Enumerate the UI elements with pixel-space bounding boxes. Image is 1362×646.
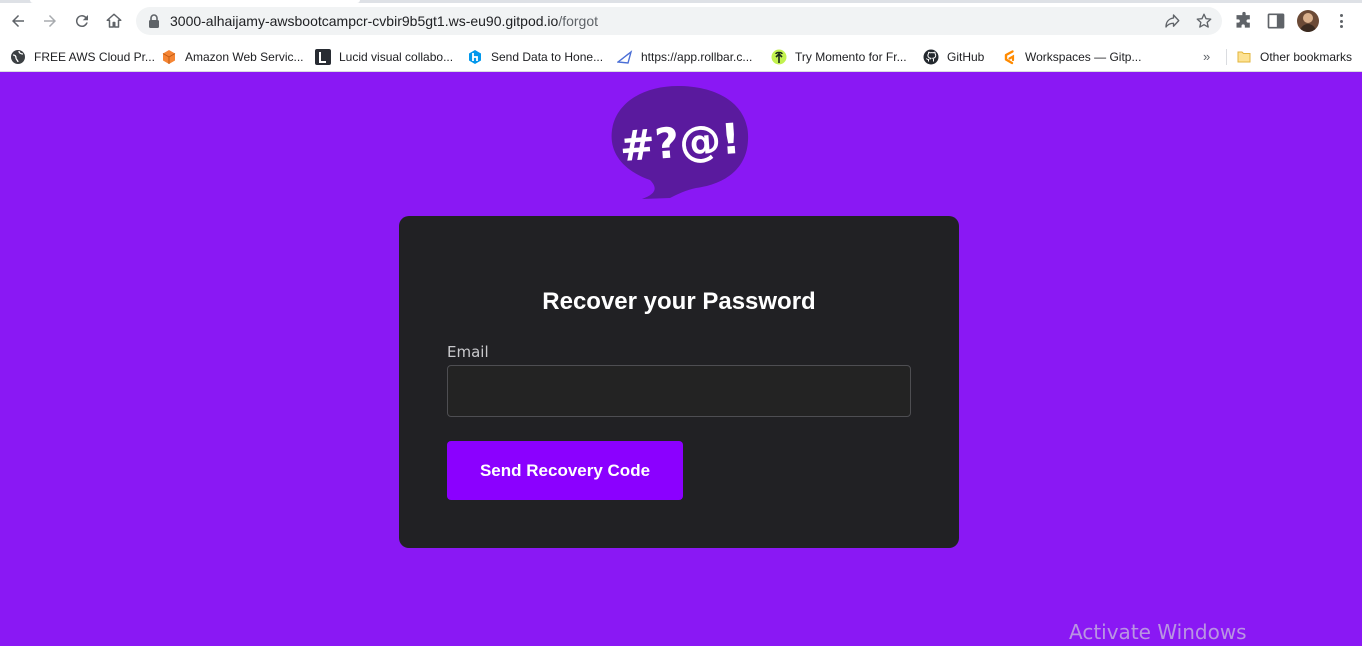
bookmark-label: Workspaces — Gitp... — [1025, 50, 1142, 64]
bookmark-label: FREE AWS Cloud Pr... — [34, 50, 155, 64]
bookmark-label: Try Momento for Fr... — [795, 50, 907, 64]
bookmark-label: GitHub — [947, 50, 985, 64]
app-logo: #?@! — [608, 84, 752, 200]
forward-button[interactable] — [37, 8, 63, 34]
bookmark-free-aws-cloud[interactable]: FREE AWS Cloud Pr... — [10, 47, 155, 67]
page-title: Recover your Password — [542, 288, 816, 315]
bookmark-github[interactable]: GitHub — [923, 47, 984, 67]
bookmark-rollbar[interactable]: https://app.rollbar.c... — [617, 47, 752, 67]
browser-toolbar: 3000-alhaijamy-awsbootcampcr-cvbir9b5gt1… — [0, 0, 1362, 41]
side-panel-icon[interactable] — [1266, 11, 1286, 31]
bookmark-honeycomb[interactable]: Send Data to Hone... — [467, 47, 603, 67]
forward-icon — [44, 15, 56, 27]
bookmark-label: Lucid visual collabo... — [339, 50, 454, 64]
globe-icon — [10, 49, 26, 65]
extensions-icon[interactable] — [1234, 11, 1254, 31]
bookmark-gitpod-workspaces[interactable]: Workspaces — Gitp... — [1001, 47, 1141, 67]
tab-strip-edge — [0, 0, 1362, 3]
bookmarks-overflow-button[interactable]: » — [1203, 49, 1210, 64]
recover-password-card: Recover your Password Email Send Recover… — [399, 216, 959, 548]
other-bookmarks-label: Other bookmarks — [1260, 50, 1353, 64]
address-bar[interactable]: 3000-alhaijamy-awsbootcampcr-cvbir9b5gt1… — [136, 7, 1222, 35]
share-icon[interactable] — [1163, 12, 1181, 30]
lucid-icon — [315, 49, 331, 65]
aws-cube-icon — [161, 49, 177, 65]
bookmark-label: https://app.rollbar.c... — [641, 50, 753, 64]
menu-icon[interactable] — [1335, 12, 1347, 30]
bookmarks-bar: FREE AWS Cloud Pr... Amazon Web Servic..… — [0, 41, 1362, 72]
momento-icon — [771, 49, 787, 65]
github-icon — [923, 49, 939, 65]
bookmark-lucid[interactable]: Lucid visual collabo... — [315, 47, 453, 67]
honeycomb-icon — [467, 49, 483, 65]
url-path: /forgot — [558, 13, 599, 29]
lock-icon[interactable] — [148, 14, 160, 28]
email-label: Email — [447, 343, 489, 361]
logo-text: #?@! — [618, 114, 742, 171]
back-icon — [12, 15, 24, 27]
url-host: 3000-alhaijamy-awsbootcampcr-cvbir9b5gt1… — [170, 13, 559, 29]
gitpod-icon — [1001, 49, 1017, 65]
home-icon — [106, 13, 122, 28]
folder-icon — [1236, 49, 1252, 65]
bookmark-label: Amazon Web Servic... — [185, 50, 304, 64]
star-icon[interactable] — [1195, 12, 1213, 30]
reload-icon — [75, 15, 88, 28]
rollbar-icon — [617, 49, 633, 65]
bookmarks-divider — [1226, 49, 1227, 65]
active-tab-edge[interactable] — [30, 0, 360, 3]
other-bookmarks-folder[interactable]: Other bookmarks — [1236, 47, 1352, 67]
email-input[interactable] — [447, 365, 911, 417]
profile-avatar[interactable] — [1297, 10, 1319, 32]
home-button[interactable] — [101, 8, 127, 34]
activate-windows-watermark: Activate Windows — [1069, 620, 1247, 644]
url-text[interactable]: 3000-alhaijamy-awsbootcampcr-cvbir9b5gt1… — [170, 13, 598, 29]
bookmark-amazon-web-services[interactable]: Amazon Web Servic... — [161, 47, 304, 67]
reload-button[interactable] — [69, 8, 95, 34]
send-recovery-code-button[interactable]: Send Recovery Code — [447, 441, 683, 500]
back-button[interactable] — [5, 8, 31, 34]
bookmark-label: Send Data to Hone... — [491, 50, 604, 64]
bookmark-momento[interactable]: Try Momento for Fr... — [771, 47, 907, 67]
